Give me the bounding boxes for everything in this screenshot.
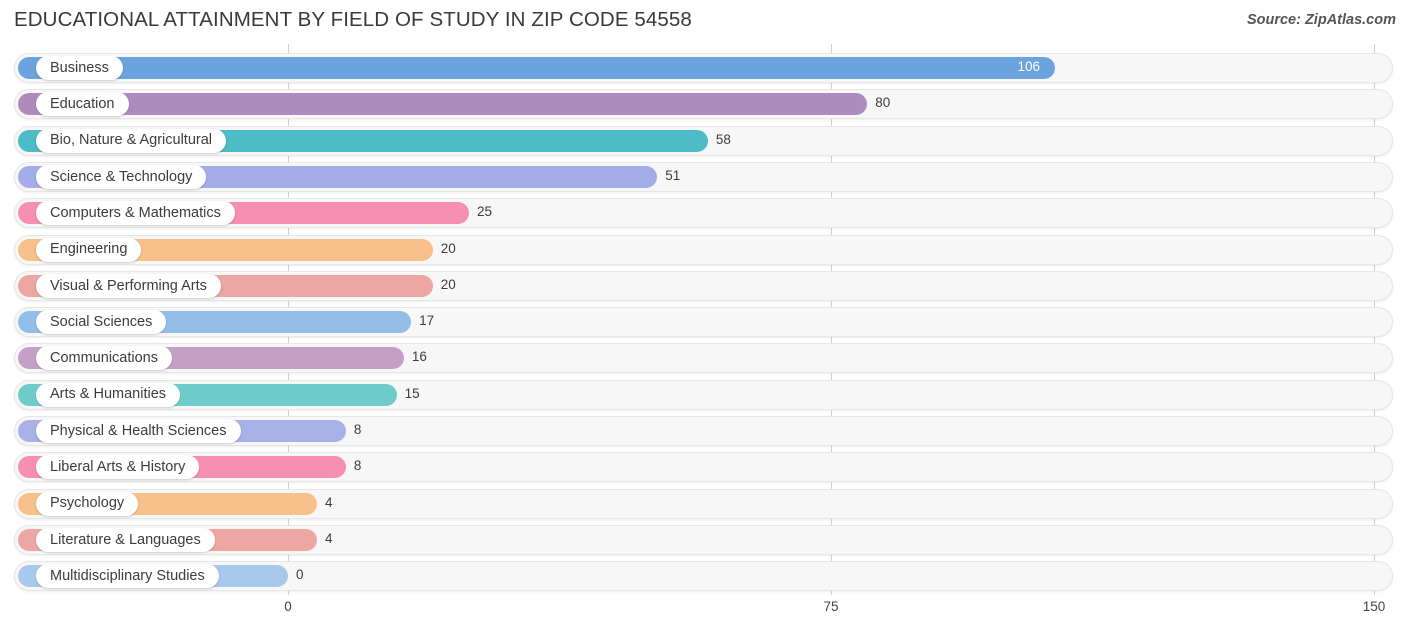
bar-category-label: Psychology — [50, 495, 125, 512]
bar-fill[interactable] — [18, 57, 1056, 79]
x-axis-tick-label: 150 — [1362, 599, 1386, 614]
bar-category-label: Arts & Humanities — [50, 386, 167, 403]
bar-row[interactable]: Multidisciplinary Studies 0 — [14, 561, 1393, 592]
bar-category-pill: Psychology — [36, 491, 139, 516]
bar-category-label: Science & Technology — [50, 168, 193, 185]
bar-category-label: Visual & Performing Arts — [50, 277, 207, 294]
chart-plot-area: Business 106 Education 80 Bio, Nature & Agri… — [0, 44, 1406, 595]
bar-row[interactable]: Education 80 — [14, 89, 1393, 120]
bar-value-label: 58 — [715, 131, 731, 147]
x-axis: 0 75 150 — [0, 595, 1406, 631]
bar-category-label: Social Sciences — [50, 313, 153, 330]
bar-row[interactable]: Visual & Performing Arts 20 — [14, 270, 1393, 301]
bar-value-label: 8 — [353, 458, 362, 474]
bar-category-label: Multidisciplinary Studies — [50, 567, 205, 584]
bar-category-label: Liberal Arts & History — [50, 459, 186, 476]
bar-value-label: 106 — [1017, 59, 1040, 74]
bar-value-label: 25 — [477, 204, 493, 220]
bar-value-label: 8 — [353, 422, 362, 437]
bar-category-label: Engineering — [50, 241, 128, 258]
bar-value-label: 51 — [665, 167, 681, 183]
chart-header: EDUCATIONAL ATTAINMENT BY FIELD OF STUDY… — [0, 0, 1406, 44]
bar-row[interactable]: Bio, Nature & Agricultural 58 — [14, 125, 1393, 156]
bar-category-label: Business — [50, 59, 109, 76]
bar-value-label: 16 — [411, 349, 427, 365]
bar-category-label: Education — [50, 96, 115, 113]
bar-category-pill: Communications — [36, 346, 172, 371]
bar-row[interactable]: Social Sciences 17 — [14, 307, 1393, 338]
bar-category-pill: Science & Technology — [36, 164, 207, 189]
bar-row[interactable]: Computers & Mathematics 25 — [14, 198, 1393, 229]
bar-category-pill: Physical & Health Sciences — [36, 419, 241, 443]
bar-row[interactable]: Communications 16 — [14, 343, 1393, 374]
bar-value-label: 20 — [440, 240, 456, 256]
bar-category-label: Communications — [50, 350, 158, 367]
bar-category-pill: Social Sciences — [36, 310, 167, 335]
bar-value-label: 0 — [296, 567, 304, 583]
bar-category-pill: Arts & Humanities — [36, 382, 181, 407]
bar-value-label: 20 — [440, 276, 456, 292]
bar-row[interactable]: Liberal Arts & History 8 — [14, 452, 1393, 483]
bar-value-label: 15 — [404, 385, 420, 401]
bar-category-pill: Business — [36, 56, 123, 80]
bar-category-pill: Visual & Performing Arts — [36, 273, 221, 298]
x-axis-tick-label: 0 — [284, 599, 292, 614]
bar-row[interactable]: Science & Technology 51 — [14, 161, 1393, 192]
bar-category-pill: Literature & Languages — [36, 527, 215, 552]
bar-category-label: Bio, Nature & Agricultural — [50, 132, 212, 149]
bar-fill[interactable] — [18, 93, 868, 116]
bar-row[interactable]: Physical & Health Sciences 8 — [14, 416, 1393, 446]
bar-category-pill: Engineering — [36, 237, 142, 262]
bar-row[interactable]: Engineering 20 — [14, 234, 1393, 265]
x-axis-tick-label: 75 — [823, 599, 839, 614]
page-title: EDUCATIONAL ATTAINMENT BY FIELD OF STUDY… — [14, 8, 692, 31]
bar-category-pill: Education — [36, 92, 129, 117]
bar-value-label: 17 — [419, 313, 435, 329]
source-attribution: Source: ZipAtlas.com — [1246, 12, 1396, 28]
bar-value-label: 4 — [324, 494, 333, 510]
bar-row[interactable]: Business 106 — [14, 53, 1393, 83]
bar-value-label: 4 — [324, 530, 333, 546]
bar-category-pill: Liberal Arts & History — [36, 455, 200, 480]
bar-row[interactable]: Psychology 4 — [14, 488, 1393, 519]
bar-category-pill: Multidisciplinary Studies — [36, 564, 219, 589]
bar-category-pill: Computers & Mathematics — [36, 201, 235, 226]
bar-category-label: Physical & Health Sciences — [50, 422, 227, 439]
bar-category-label: Computers & Mathematics — [50, 204, 221, 221]
bar-category-label: Literature & Languages — [50, 531, 201, 548]
bar-row[interactable]: Literature & Languages 4 — [14, 524, 1393, 555]
bar-rows: Business 106 Education 80 Bio, Nature & Agri… — [0, 44, 1406, 595]
bar-value-label: 80 — [875, 95, 891, 111]
bar-row[interactable]: Arts & Humanities 15 — [14, 379, 1393, 410]
bar-category-pill: Bio, Nature & Agricultural — [36, 128, 226, 153]
